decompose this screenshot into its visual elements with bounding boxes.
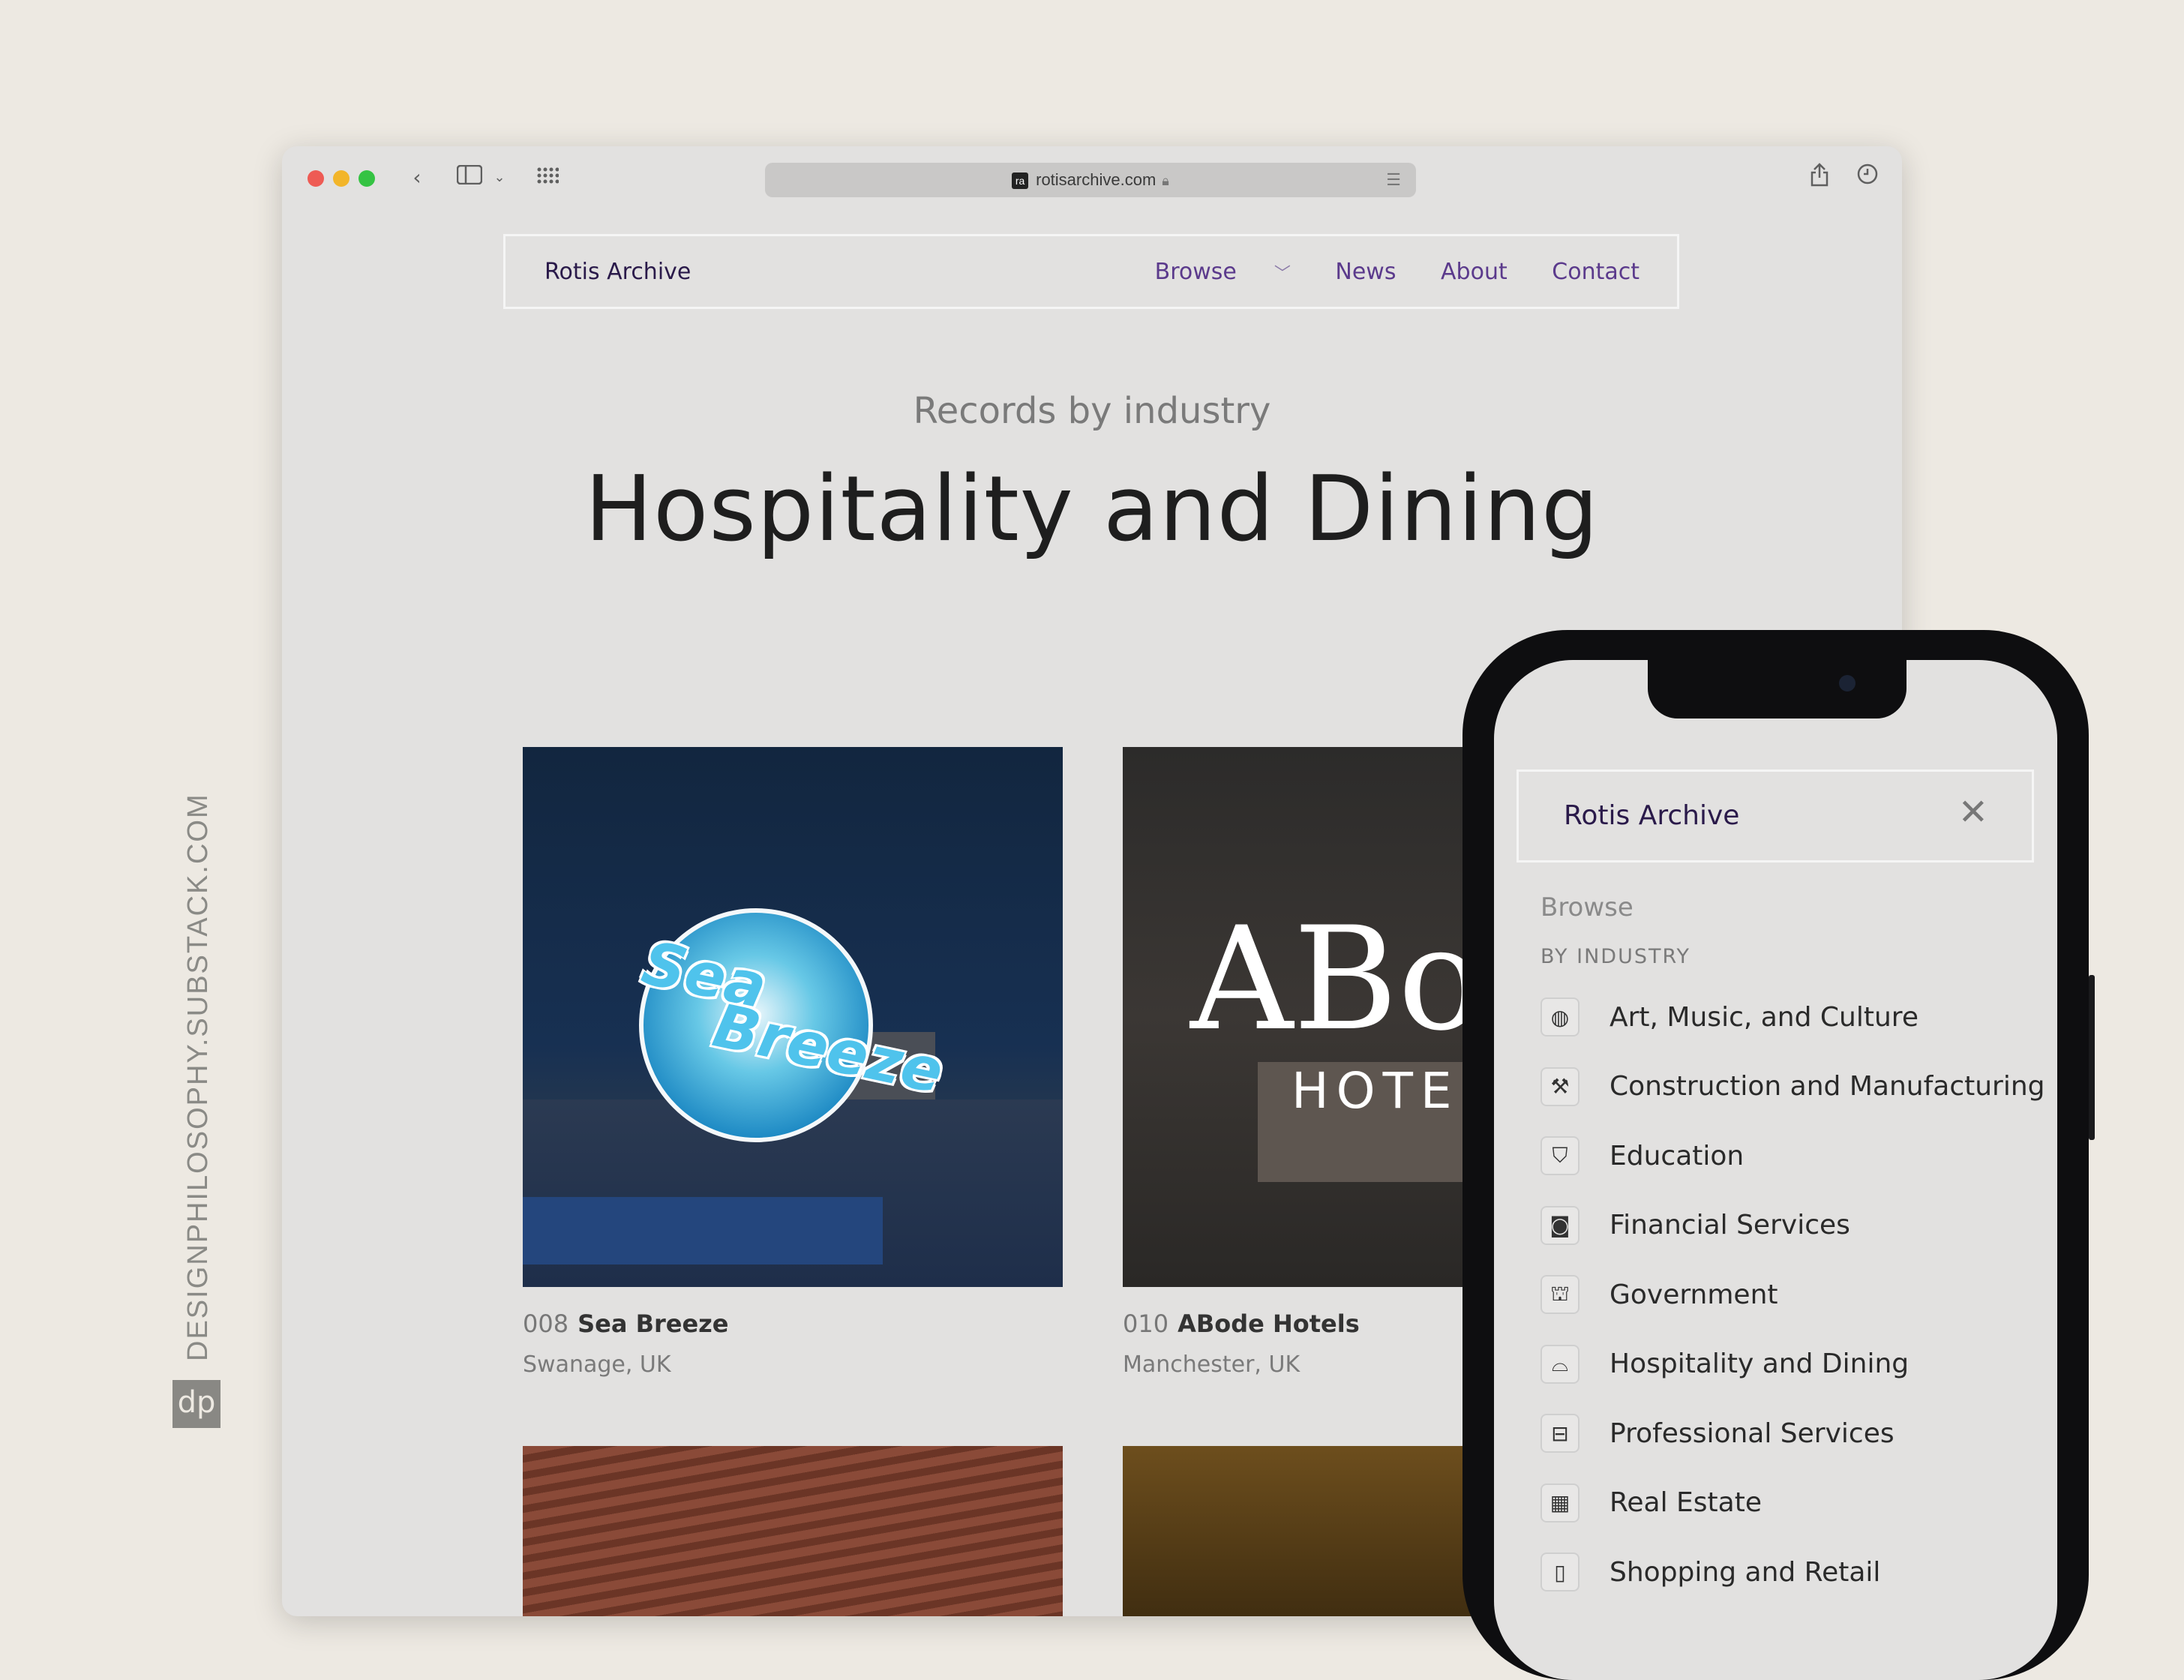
record-name[interactable]: ABode Hotels	[1178, 1310, 1360, 1338]
sidebar-icon[interactable]	[454, 163, 484, 193]
record-image[interactable]: Sea Breeze	[523, 747, 1063, 1287]
tabs-grid-icon[interactable]	[532, 163, 562, 193]
site-favicon: ra	[1012, 172, 1029, 190]
page-title: Hospitality and Dining	[584, 458, 1600, 562]
record-card[interactable]: Sea Breeze 008 Sea Breeze Swanage, UK	[523, 747, 1063, 1378]
phone-notch	[1648, 660, 1906, 718]
briefcase-icon: ⊟	[1540, 1414, 1580, 1454]
industry-item-label: Education	[1610, 1140, 1744, 1172]
industry-item-label: Financial Services	[1610, 1210, 1850, 1241]
nav-menu: Browse ﹀ News About Contact	[1080, 259, 1640, 285]
nav-contact-link[interactable]: Contact	[1552, 259, 1640, 285]
mobile-brand-link[interactable]: Rotis Archive	[1564, 800, 1739, 831]
industry-list: ◍ Art, Music, and Culture ⚒ Construction…	[1540, 982, 2050, 1607]
industry-item-label: Art, Music, and Culture	[1610, 1001, 1918, 1033]
industry-item-real-estate[interactable]: ▦ Real Estate	[1540, 1468, 2050, 1538]
site-brand-link[interactable]: Rotis Archive	[544, 259, 691, 285]
industry-item-financial[interactable]: ◙ Financial Services	[1540, 1191, 2050, 1261]
nav-about-link[interactable]: About	[1441, 259, 1508, 285]
record-title: 008 Sea Breeze	[523, 1310, 1063, 1338]
credit-text: DESIGNPHILOSOPHY.SUBSTACK.COM	[182, 793, 214, 1361]
page-kicker: Records by industry	[913, 390, 1271, 432]
safe-icon: ◙	[1540, 1205, 1580, 1245]
industry-item-label: Hospitality and Dining	[1610, 1348, 1910, 1380]
service-bell-icon: ⌓	[1540, 1344, 1580, 1384]
lock-icon: 🔒︎	[1162, 173, 1169, 188]
address-bar[interactable]: ra rotisarchive.com 🔒︎ ☰	[765, 163, 1416, 197]
record-name[interactable]: Sea Breeze	[578, 1310, 728, 1338]
mobile-browse-label[interactable]: Browse	[1540, 892, 1634, 922]
zoom-window-button[interactable]	[358, 170, 375, 187]
nav-browse-link[interactable]: Browse ﹀	[1118, 259, 1291, 285]
globe-icon: ◍	[1540, 998, 1580, 1037]
record-number: 008	[523, 1310, 569, 1338]
site-navbar: Rotis Archive Browse ﹀ News About Contact	[503, 234, 1679, 309]
share-icon[interactable]	[1804, 163, 1834, 193]
industry-item-label: Government	[1610, 1279, 1778, 1310]
chevron-down-icon: ﹀	[1274, 265, 1291, 284]
industry-item-shopping[interactable]: ▯ Shopping and Retail	[1540, 1538, 2050, 1607]
graduation-cap-icon: ⛉	[1540, 1136, 1580, 1176]
nav-news-link[interactable]: News	[1335, 259, 1396, 285]
back-icon[interactable]: ‹	[402, 163, 432, 193]
browser-toolbar: ‹ ⌄ ra rotisarchive.com 🔒︎ ☰	[282, 146, 1902, 214]
industry-item-label: Real Estate	[1610, 1487, 1762, 1519]
nav-browse-label: Browse	[1154, 259, 1237, 285]
record-image[interactable]	[523, 1446, 1063, 1616]
url-text: rotisarchive.com	[1036, 170, 1156, 189]
dp-logo: dp	[172, 1380, 220, 1428]
industry-item-label: Professional Services	[1610, 1418, 1894, 1449]
office-building-icon: ▦	[1540, 1483, 1580, 1522]
phone-screen: Rotis Archive ✕ Browse BY INDUSTRY ◍ Art…	[1494, 660, 2057, 1680]
camera-icon	[1839, 675, 1856, 692]
phone-mockup: Rotis Archive ✕ Browse BY INDUSTRY ◍ Art…	[1462, 630, 2095, 1680]
close-icon[interactable]: ✕	[1958, 794, 1988, 830]
abode-logo-text: ABo	[1190, 896, 1484, 1062]
industry-item-government[interactable]: ⛫ Government	[1540, 1260, 2050, 1330]
industry-item-education[interactable]: ⛉ Education	[1540, 1121, 2050, 1191]
history-icon[interactable]	[1852, 163, 1882, 193]
record-number: 010	[1123, 1310, 1169, 1338]
shopping-bag-icon: ▯	[1540, 1552, 1580, 1592]
chevron-down-icon[interactable]: ⌄	[484, 163, 514, 193]
building-columns-icon: ⛫	[1540, 1275, 1580, 1315]
industry-item-art[interactable]: ◍ Art, Music, and Culture	[1540, 982, 2050, 1052]
reader-icon[interactable]: ☰	[1386, 163, 1401, 197]
mobile-section-heading: BY INDUSTRY	[1540, 945, 1690, 968]
industry-item-construction[interactable]: ⚒ Construction and Manufacturing	[1540, 1052, 2050, 1122]
industry-item-label: Construction and Manufacturing	[1610, 1071, 2045, 1102]
record-location: Swanage, UK	[523, 1352, 671, 1378]
wrench-icon: ⚒	[1540, 1066, 1580, 1106]
industry-item-hospitality[interactable]: ⌓ Hospitality and Dining	[1540, 1330, 2050, 1400]
close-window-button[interactable]	[308, 170, 324, 187]
industry-item-label: Shopping and Retail	[1610, 1556, 1881, 1588]
mobile-menu-header: Rotis Archive ✕	[1516, 770, 2034, 862]
phone-side-button	[2089, 975, 2095, 1140]
industry-item-professional[interactable]: ⊟ Professional Services	[1540, 1399, 2050, 1468]
minimize-window-button[interactable]	[333, 170, 350, 187]
